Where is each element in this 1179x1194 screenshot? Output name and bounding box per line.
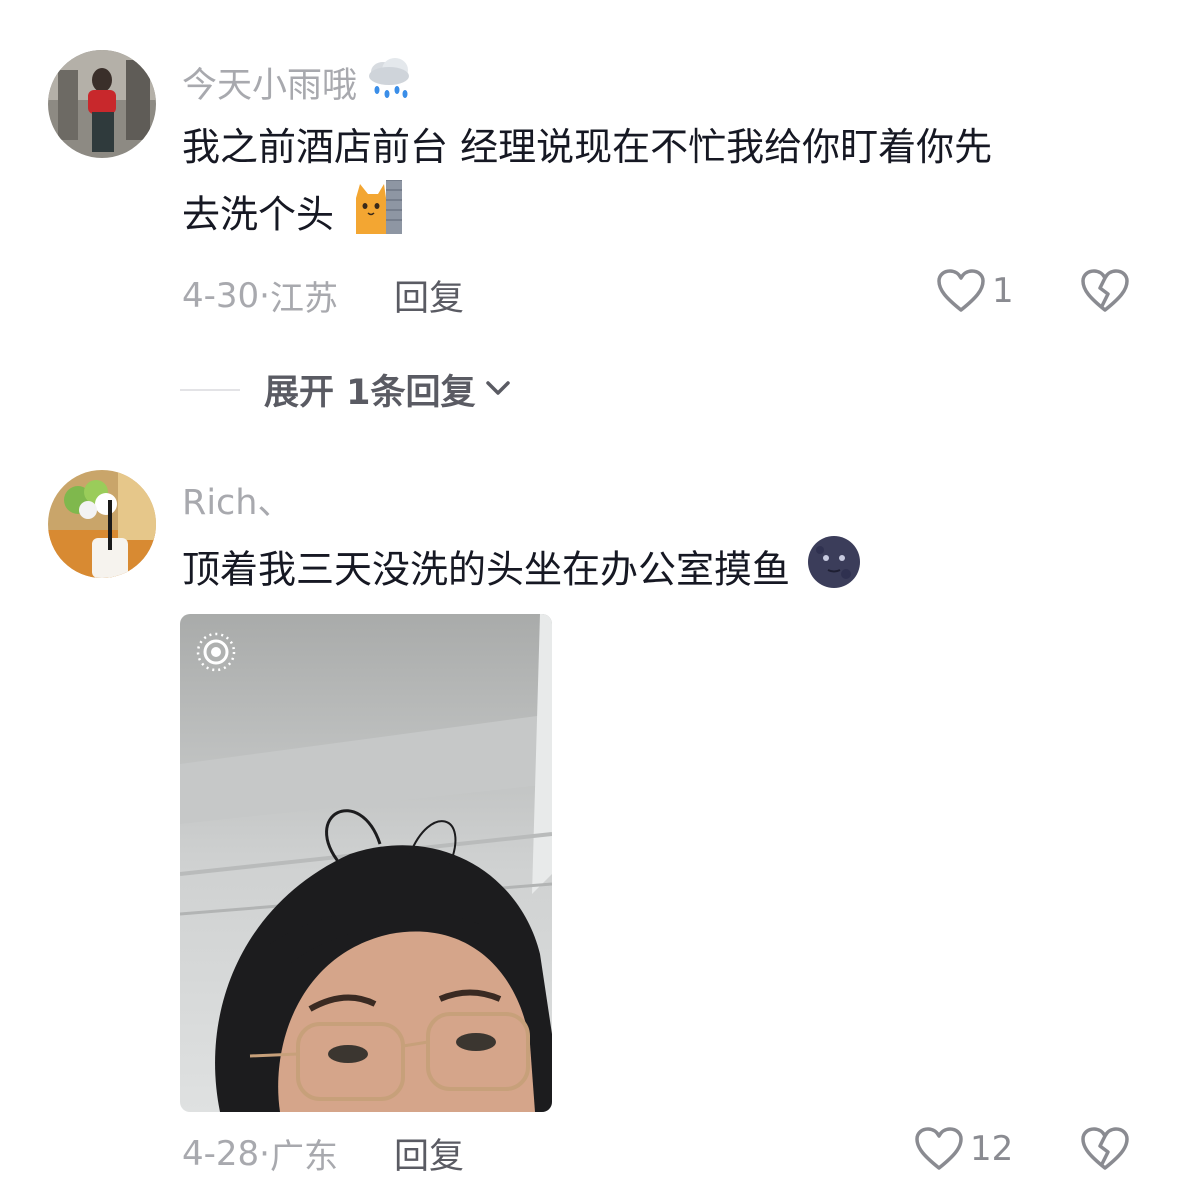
avatar[interactable] (48, 50, 156, 158)
reply-button[interactable]: 回复 (394, 270, 464, 321)
comment-meta: 4-30 · 江苏 回复 (182, 270, 464, 321)
comment-location: 江苏 (269, 279, 338, 319)
divider-line (180, 388, 240, 391)
rain-cloud-icon (363, 54, 415, 111)
chevron-down-icon (484, 378, 512, 402)
comment-date: 4-28 (182, 1133, 260, 1174)
expand-replies-button[interactable]: 展开 1条回复 (180, 364, 512, 415)
username[interactable]: Rich、 (182, 474, 292, 525)
dislike-button[interactable] (1080, 1126, 1130, 1176)
comment-meta: 4-28 · 广东 回复 (182, 1128, 464, 1179)
live-photo-icon (194, 630, 238, 678)
comment-text: 我之前酒店前台 经理说现在不忙我给你盯着你先 去洗个头 (182, 114, 1132, 254)
heart-icon (914, 1126, 964, 1172)
comment-date: 4-30 (182, 275, 260, 316)
like-count: 1 (992, 271, 1014, 311)
comment-location: 广东 (269, 1137, 338, 1177)
cat-peeking-icon (352, 179, 404, 254)
reply-button[interactable]: 回复 (394, 1128, 464, 1179)
expand-replies-label: 展开 1条回复 (264, 373, 476, 413)
like-button[interactable]: 1 (936, 268, 1014, 314)
avatar[interactable] (48, 470, 156, 578)
broken-heart-icon (1080, 1127, 1130, 1176)
comment-text: 顶着我三天没洗的头坐在办公室摸鱼 (182, 534, 1132, 610)
comment-photo[interactable] (180, 614, 552, 1112)
new-moon-face-icon (806, 534, 862, 610)
username[interactable]: 今天小雨哦 (182, 54, 415, 111)
heart-icon (936, 268, 986, 314)
dislike-button[interactable] (1080, 268, 1130, 318)
like-count: 12 (970, 1129, 1014, 1169)
like-button[interactable]: 12 (914, 1126, 1013, 1172)
broken-heart-icon (1080, 269, 1130, 318)
